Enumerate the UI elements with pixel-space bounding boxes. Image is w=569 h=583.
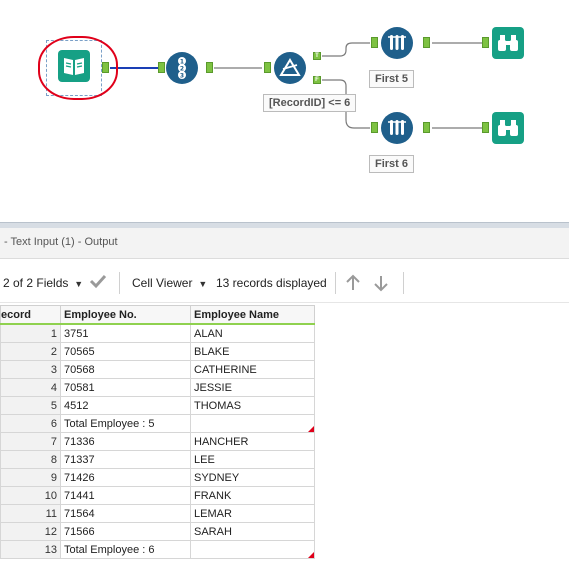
column-header-record[interactable]: ecord [0,305,61,325]
employee-no-cell[interactable]: 70568 [60,360,191,379]
input-anchor[interactable] [371,122,378,133]
table-row[interactable]: 10 71441 FRANK [0,486,315,505]
employee-name-cell[interactable]: HANCHER [190,432,315,451]
employee-no-cell[interactable]: Total Employee : 5 [60,414,191,433]
table-row[interactable]: 3 70568 CATHERINE [0,360,315,379]
employee-name-cell[interactable]: SYDNEY [190,468,315,487]
record-number-cell[interactable]: 3 [0,360,61,379]
record-number-cell[interactable]: 1 [0,323,61,343]
employee-no-cell[interactable]: 4512 [60,396,191,415]
table-row[interactable]: 8 71337 LEE [0,450,315,469]
filter-annotation: [RecordID] <= 6 [263,94,357,112]
binoculars-icon[interactable] [492,27,524,59]
table-row[interactable]: 5 4512 THOMAS [0,396,315,415]
employee-no-cell[interactable]: 71337 [60,450,191,469]
binoculars-icon[interactable] [492,112,524,144]
chevron-down-icon: ▼ [71,279,84,289]
record-number-cell[interactable]: 13 [0,540,61,559]
employee-no-cell[interactable]: 70581 [60,378,191,397]
test-tubes-icon[interactable] [381,112,413,144]
output-anchor[interactable] [206,62,213,73]
employee-no-cell[interactable]: 71441 [60,486,191,505]
employee-no-cell[interactable]: 70565 [60,342,191,361]
table-row[interactable]: 7 71336 HANCHER [0,432,315,451]
sample-annotation: First 6 [369,155,415,173]
results-title: - Text Input (1) - Output [4,236,118,248]
workflow-canvas[interactable]: 1 2 3 T F [RecordID] <= 6 First 5 First … [0,0,569,222]
output-anchor[interactable] [423,122,430,133]
results-toolbar: 2 of 2 Fields ▼ Cell Viewer ▼ 13 records… [0,262,569,303]
employee-no-cell[interactable]: 71564 [60,504,191,523]
record-number-cell[interactable]: 11 [0,504,61,523]
record-number-cell[interactable]: 2 [0,342,61,361]
table-row[interactable]: 1 3751 ALAN [0,323,315,343]
fields-label: 2 of 2 Fields [3,276,69,290]
filter-false-anchor[interactable]: F [313,76,321,84]
toolbar-divider [335,272,336,294]
input-anchor[interactable] [371,37,378,48]
employee-name-cell[interactable]: FRANK [190,486,315,505]
records-count: 13 records displayed [216,276,327,290]
record-number-cell[interactable]: 9 [0,468,61,487]
employee-name-cell[interactable]: LEE [190,450,315,469]
record-number-cell[interactable]: 12 [0,522,61,541]
employee-name-cell[interactable] [190,414,315,433]
employee-name-cell[interactable]: CATHERINE [190,360,315,379]
employee-name-cell[interactable]: ALAN [190,323,315,343]
filter-icon[interactable] [274,52,306,84]
record-number-cell[interactable]: 6 [0,414,61,433]
employee-name-cell[interactable]: JESSIE [190,378,315,397]
grid-header-row: ecord Employee No. Employee Name [0,305,315,325]
record-number-cell[interactable]: 7 [0,432,61,451]
table-row[interactable]: 12 71566 SARAH [0,522,315,541]
column-header-employee-name[interactable]: Employee Name [190,305,315,325]
employee-no-cell[interactable]: 71566 [60,522,191,541]
output-anchor[interactable] [102,62,109,73]
toolbar-divider [403,272,404,294]
column-header-employee-no[interactable]: Employee No. [60,305,191,325]
results-grid: ecord Employee No. Employee Name 1 3751 AL… [0,305,315,559]
employee-name-cell[interactable]: SARAH [190,522,315,541]
record-number-cell[interactable]: 5 [0,396,61,415]
output-anchor[interactable] [423,37,430,48]
employee-name-cell[interactable]: BLAKE [190,342,315,361]
employee-no-cell[interactable]: 3751 [60,323,191,343]
employee-no-cell[interactable]: 71426 [60,468,191,487]
arrow-down-icon[interactable] [373,274,389,297]
svg-text:3: 3 [180,73,184,80]
results-header: - Text Input (1) - Output [0,228,569,259]
table-row[interactable]: 9 71426 SYDNEY [0,468,315,487]
employee-name-cell[interactable]: LEMAR [190,504,315,523]
input-anchor[interactable] [158,62,165,73]
table-row[interactable]: 2 70565 BLAKE [0,342,315,361]
table-row[interactable]: 4 70581 JESSIE [0,378,315,397]
sample-annotation: First 5 [369,70,415,88]
test-tubes-icon[interactable] [381,27,413,59]
employee-name-cell[interactable]: THOMAS [190,396,315,415]
cell-viewer-selector[interactable]: Cell Viewer ▼ [132,276,207,290]
input-anchor[interactable] [482,122,489,133]
employee-no-cell[interactable]: 71336 [60,432,191,451]
checkmark-icon[interactable] [88,272,108,295]
table-row[interactable]: 6 Total Employee : 5 [0,414,315,433]
employee-name-cell[interactable] [190,540,315,559]
record-number-cell[interactable]: 10 [0,486,61,505]
filter-true-anchor[interactable]: T [313,52,321,60]
record-number-cell[interactable]: 8 [0,450,61,469]
chevron-down-icon: ▼ [195,279,208,289]
arrow-up-icon[interactable] [345,274,361,297]
input-anchor[interactable] [264,62,271,73]
toolbar-divider [119,272,120,294]
employee-no-cell[interactable]: Total Employee : 6 [60,540,191,559]
book-icon [58,50,90,82]
record-id-icon[interactable]: 1 2 3 [166,52,198,84]
cell-viewer-label: Cell Viewer [132,276,193,290]
input-anchor[interactable] [482,37,489,48]
table-row[interactable]: 13 Total Employee : 6 [0,540,315,559]
fields-selector[interactable]: 2 of 2 Fields ▼ [3,276,83,290]
table-row[interactable]: 11 71564 LEMAR [0,504,315,523]
record-number-cell[interactable]: 4 [0,378,61,397]
